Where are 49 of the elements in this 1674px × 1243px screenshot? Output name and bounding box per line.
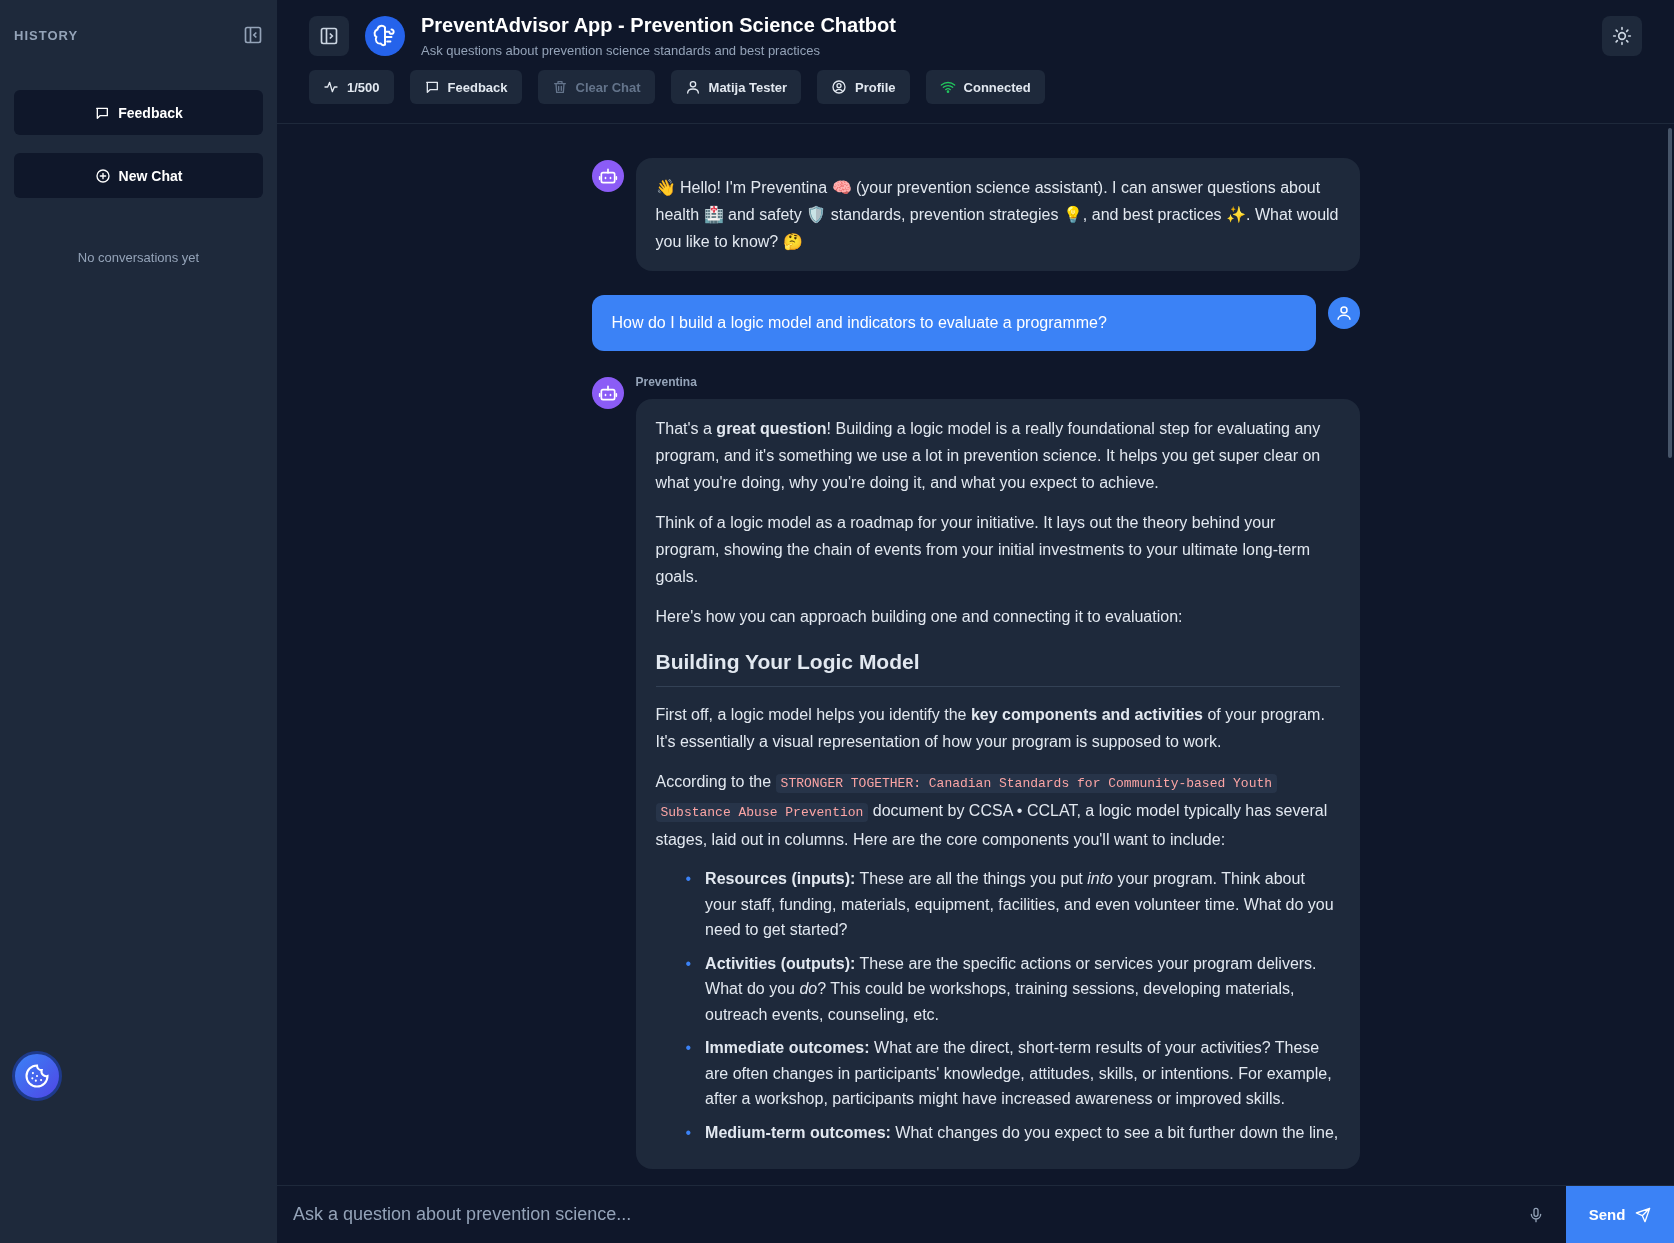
sidebar-button[interactable]: New Chat [14,153,263,198]
empty-history-text: No conversations yet [76,250,201,265]
bullet-marker: • [685,869,692,889]
cookie-icon[interactable] [12,1051,62,1101]
list-item: Resources (inputs): These are all the things you put into your program. Think about your staff, funding, materials, equipment, facilities, and even volunteer time. What do you need to get started? [705,869,1335,940]
assistant-message: 👋 Hello! I'm Preventina 🧠 (your prevention science assistant). I can answer questions about health 🏥 and safety 🛡 standards, prevention strategies 💡, and best practices ✨. What would you like to know? 🤔 [635,158,1360,271]
document-title-code: STRONGER TOGETHER: Canadian Standards for Community-based Youth [775,774,1278,793]
robot-avatar-icon [591,160,624,192]
paper-plane-icon [1635,1206,1652,1223]
question-input-field[interactable]: Ask a question about prevention science... [277,1186,1506,1243]
plus-circle-icon [94,167,111,184]
profile-icon [831,79,848,95]
person-icon [684,79,701,95]
send-button[interactable]: Send [1566,1186,1674,1243]
author-name: Preventina [635,375,698,389]
list-item: Medium-term outcomes: What changes do you expect to see a bit further down the line, [705,1122,1340,1143]
toolbar-button[interactable]: Matija Tester [670,70,802,104]
user-message: How do I build a logic model and indicators to evaluate a programme? [591,295,1316,351]
toolbar-button[interactable]: Profile [817,70,910,104]
app-subtitle: Ask questions about prevention science standards and best practices [421,43,821,58]
sidebar-button[interactable]: Feedback [14,90,263,135]
wifi-icon [939,79,956,95]
theme-toggle-sun-icon[interactable] [1602,16,1642,56]
section-heading: Building Your Logic Model [655,648,1340,687]
sidebar-toggle-icon[interactable] [309,16,349,56]
scrollbar-thumb[interactable] [1668,128,1672,458]
app-title: PreventAdvisor App - Prevention Science Chatbot [421,14,897,37]
document-title-code: Substance Abuse Prevention [655,803,869,822]
brain-logo-icon [365,16,405,56]
sidebar-title: HISTORY [14,27,79,43]
message-paragraph: That's a great question! Building a logic model is a really foundational step for evaluating any program, and it's something we use a lot in prevention science. It helps you get super clear on what you're doing, why you're doing it, and what you expect to achieve. [655,419,1322,493]
bullet-marker: • [685,953,692,974]
robot-avatar-icon [591,377,624,409]
collapse-sidebar-icon[interactable] [243,25,263,45]
bullet-marker: • [685,1038,692,1058]
message-paragraph: First off, a logic model helps you identify the key components and activities of your program. It's essentially a visual representation of how your program is supposed to work. [655,705,1326,752]
message-paragraph: Think of a logic model as a roadmap for your initiative. It lays out the theory behind your program, showing the chain of events from your initial investments to your ultimate long-term goals. [655,513,1311,587]
bullet-marker: • [685,1122,692,1143]
trash-icon [551,79,568,95]
toolbar-button[interactable]: 1/500 [309,70,394,104]
list-item: Immediate outcomes: What are the direct, short-term results of your activities? These are often changes in participants' knowledge, attitudes, skills, or intentions. For example, after a workshop, participants might have increased awareness or improved skills. [705,1038,1333,1109]
message-paragraph: Here's how you can approach building one and connecting it to evaluation: [655,607,1184,627]
user-avatar-icon [1327,297,1360,329]
chat-bubble-icon [423,79,440,95]
toolbar-button[interactable]: Connected [925,70,1045,104]
activity-icon [323,79,339,95]
toolbar-button[interactable]: Feedback [409,70,522,104]
message-paragraph: According to the STRONGER TOGETHER: Canadian Standards for Community-based Youth Substance Abuse Prevention document by CCSA • CCLAT, a logic model typically has several stages, laid out in columns. Here are the core components you'll want to include: [655,772,1329,850]
list-item: Activities (outputs): These are the specific actions or services your program delivers. What do you do? This could be workshops, training sessions, developing materials, outreach events, counseling, etc. [705,953,1318,1025]
